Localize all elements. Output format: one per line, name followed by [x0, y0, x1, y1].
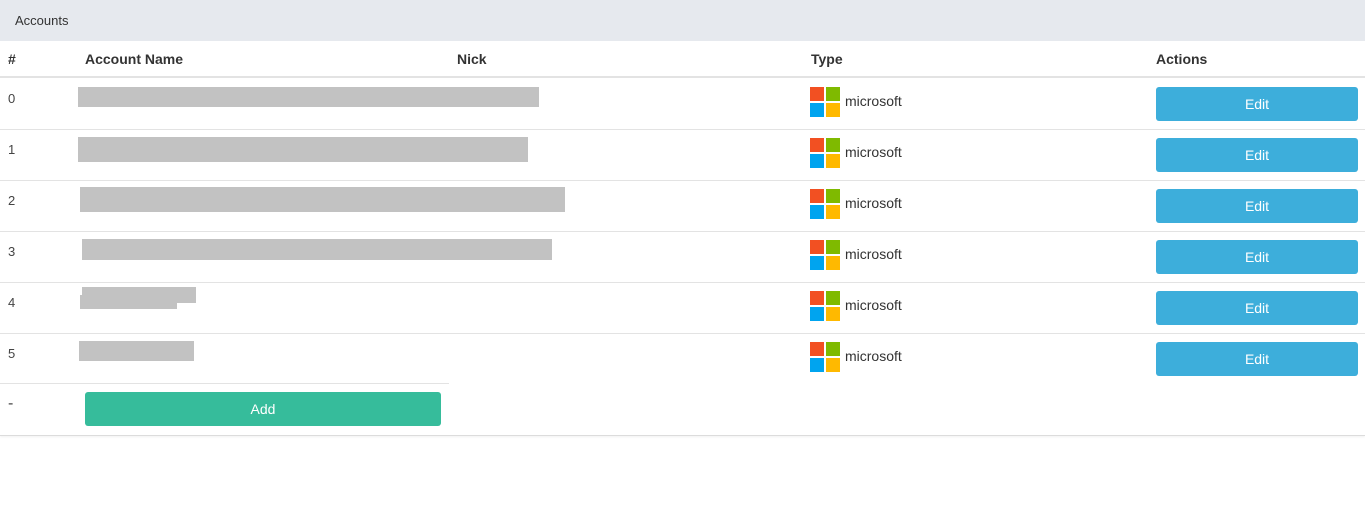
column-header-type: Type [811, 51, 843, 67]
divider [0, 383, 449, 384]
redacted-account-name [80, 187, 565, 212]
table-header: # Account Name Nick Type Actions [0, 41, 1365, 78]
account-type-label: microsoft [845, 195, 902, 211]
row-index: 2 [8, 193, 16, 208]
edit-button[interactable]: Edit [1156, 342, 1358, 376]
column-header-actions: Actions [1156, 51, 1208, 67]
edit-button[interactable]: Edit [1156, 291, 1358, 325]
table-row: 4 microsoft Edit [0, 283, 1365, 334]
table-row: 1 microsoft Edit [0, 130, 1365, 181]
microsoft-logo-icon [810, 189, 841, 220]
redacted-account-name [78, 87, 539, 107]
account-type-label: microsoft [845, 246, 902, 262]
panel-title: Accounts [0, 0, 1365, 41]
redacted-account-name [82, 239, 552, 260]
row-index: 4 [8, 295, 16, 310]
table-row: 0 microsoft Edit [0, 79, 1365, 130]
redacted-account-name [80, 295, 177, 309]
account-type-label: microsoft [845, 144, 902, 160]
row-index: 1 [8, 142, 16, 157]
edit-button[interactable]: Edit [1156, 87, 1358, 121]
microsoft-logo-icon [810, 87, 841, 118]
account-type-label: microsoft [845, 93, 902, 109]
add-account-row: - Add [0, 383, 1365, 434]
redacted-account-name [78, 137, 528, 162]
account-type-label: microsoft [845, 297, 902, 313]
microsoft-logo-icon [810, 342, 841, 373]
add-account-button[interactable]: Add [85, 392, 441, 426]
microsoft-logo-icon [810, 240, 841, 271]
row-index: 5 [8, 346, 16, 361]
table-row: 3 microsoft Edit [0, 232, 1365, 283]
column-header-nick: Nick [457, 51, 487, 67]
accounts-panel: Accounts # Account Name Nick Type Action… [0, 0, 1365, 436]
microsoft-logo-icon [810, 138, 841, 169]
edit-button[interactable]: Edit [1156, 138, 1358, 172]
row-index: 3 [8, 244, 16, 259]
column-header-index: # [8, 51, 16, 67]
microsoft-logo-icon [810, 291, 841, 322]
redacted-account-name [79, 341, 194, 361]
edit-button[interactable]: Edit [1156, 189, 1358, 223]
edit-button[interactable]: Edit [1156, 240, 1358, 274]
row-index: - [8, 395, 14, 412]
table-row: 5 microsoft Edit [0, 334, 1365, 385]
row-index: 0 [8, 91, 16, 106]
column-header-account-name: Account Name [85, 51, 184, 67]
table-row: 2 microsoft Edit [0, 181, 1365, 232]
account-type-label: microsoft [845, 348, 902, 364]
